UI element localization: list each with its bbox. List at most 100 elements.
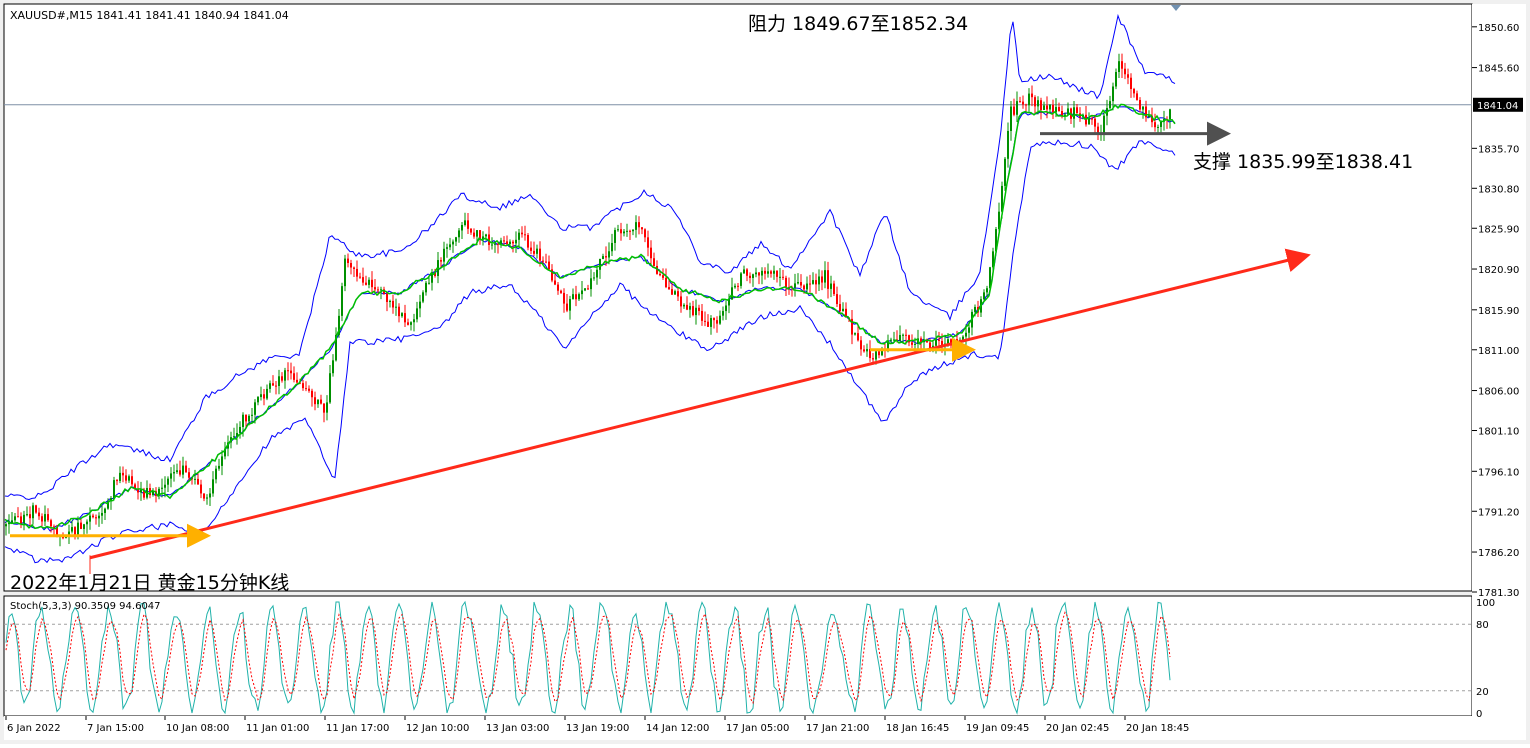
candle-body	[101, 512, 103, 516]
candle-body	[215, 468, 217, 480]
candle-body	[350, 262, 352, 268]
x-tick-label: 13 Jan 19:00	[566, 723, 629, 734]
candle-body	[35, 505, 37, 513]
chart-header: XAUUSD#,M15 1841.41 1841.41 1840.94 1841…	[10, 9, 289, 22]
candle-body	[647, 237, 649, 248]
candle-body	[566, 303, 568, 311]
candle-body	[443, 248, 445, 262]
candle-body	[317, 399, 319, 405]
candle-body	[671, 289, 673, 295]
candle-body	[386, 293, 388, 302]
candle-body	[323, 403, 325, 413]
candle-body	[803, 285, 805, 290]
candle-body	[737, 285, 739, 287]
candle-body	[1004, 158, 1006, 186]
candle-body	[827, 270, 829, 289]
candle-body	[704, 320, 706, 322]
candle-body	[308, 388, 310, 391]
y-tick-label: 1801.10	[1478, 427, 1519, 438]
candle-body	[1142, 106, 1144, 110]
candle-body	[425, 282, 427, 293]
candle-body	[491, 244, 493, 246]
candle-body	[314, 397, 316, 405]
candle-body	[365, 282, 367, 285]
candle-body	[26, 514, 28, 516]
candle-body	[125, 475, 127, 481]
chart-canvas[interactable]: 100 80 20 0 1850.60 1845.60 1835.70 1830.80 182…	[0, 0, 1530, 744]
candle-body	[650, 247, 652, 259]
candle-body	[1091, 118, 1093, 120]
candle-body	[494, 243, 496, 245]
candle-body	[404, 313, 406, 323]
candle-body	[248, 415, 250, 422]
candle	[35, 504, 37, 514]
candle-body	[725, 305, 727, 312]
candle-body	[662, 275, 664, 278]
candle-body	[770, 271, 772, 274]
candle-body	[527, 234, 529, 248]
current-price-label: 1841.04	[1477, 101, 1518, 112]
candle-body	[785, 277, 787, 287]
candle-body	[968, 327, 970, 333]
candle-body	[575, 294, 577, 300]
candle-body	[518, 232, 520, 240]
candle-body	[530, 247, 532, 251]
candle-body	[104, 508, 106, 513]
candle-body	[1073, 107, 1075, 119]
candle-body	[617, 229, 619, 231]
candle-body	[758, 272, 760, 276]
candle-body	[761, 270, 763, 276]
candle-body	[698, 307, 700, 311]
candle-body	[890, 339, 892, 341]
x-tick-label: 20 Jan 18:45	[1126, 723, 1189, 734]
candle-body	[1127, 74, 1129, 78]
candle-body	[197, 478, 199, 485]
candle-body	[686, 304, 688, 310]
candle-body	[371, 279, 373, 288]
candle-body	[857, 333, 859, 341]
candle-body	[569, 299, 571, 311]
candle-body	[752, 274, 754, 278]
candle-body	[692, 306, 694, 316]
candle-body	[257, 397, 259, 403]
candle-body	[779, 276, 781, 278]
candle-body	[731, 287, 733, 300]
chart-window: 100 80 20 0 1850.60 1845.60 1835.70 1830.80 182…	[0, 0, 1530, 744]
candle-body	[590, 278, 592, 290]
candle-body	[1010, 106, 1012, 131]
candle-body	[1058, 107, 1060, 112]
candle-body	[710, 318, 712, 327]
candle-body	[401, 313, 403, 317]
candle-body	[1118, 61, 1120, 73]
candle-body	[965, 332, 967, 337]
candle-body	[284, 370, 286, 381]
candle-body	[326, 402, 328, 413]
x-tick-label: 10 Jan 08:00	[166, 723, 229, 734]
candle-body	[914, 343, 916, 345]
candle-body	[557, 284, 559, 291]
candle-body	[716, 320, 718, 324]
candle-body	[1121, 61, 1123, 69]
candle-body	[938, 339, 940, 341]
candle-body	[674, 291, 676, 295]
candle-body	[1043, 105, 1045, 111]
candle-body	[329, 373, 331, 403]
stoch-tick-label: 100	[1476, 598, 1495, 609]
candle-body	[983, 292, 985, 300]
candle-body	[1130, 77, 1132, 90]
candle-body	[200, 484, 202, 494]
y-tick-label: 1791.20	[1478, 507, 1519, 518]
candle-body	[293, 373, 295, 380]
candle-body	[44, 514, 46, 522]
candle-body	[266, 388, 268, 399]
x-tick-label: 17 Jan 05:00	[726, 723, 789, 734]
candle-body	[1040, 100, 1042, 111]
candle-body	[38, 512, 40, 517]
candle-body	[167, 478, 169, 485]
candle-body	[734, 285, 736, 288]
candle-body	[395, 306, 397, 308]
resistance-label: 阻力 1849.67至1852.34	[748, 13, 968, 35]
candle-body	[794, 283, 796, 288]
candle-body	[1157, 126, 1159, 128]
candle-body	[368, 279, 370, 285]
